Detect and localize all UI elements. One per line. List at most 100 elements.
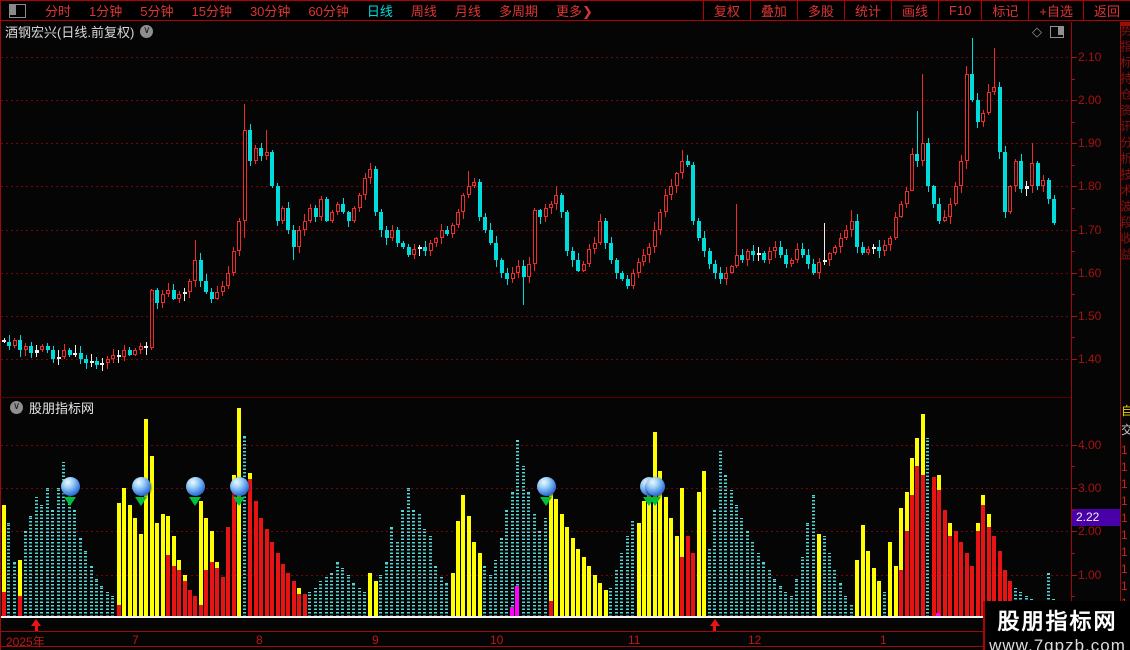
indicator-bar-yellow <box>817 533 822 616</box>
indicator-bar-red-part <box>981 505 986 616</box>
indicator-bar-yellow <box>472 542 477 616</box>
indicator-bar-yellow <box>198 501 203 616</box>
indicator-bar-cyan <box>751 542 755 617</box>
candle-body <box>23 346 28 351</box>
indicator-bar-cyan <box>390 527 394 617</box>
candle-body <box>899 203 904 217</box>
indicator-bar-red-part <box>204 570 209 616</box>
candle-body <box>855 220 860 247</box>
strip-tab[interactable]: 1 <box>1121 460 1128 474</box>
chevron-down-icon[interactable]: ∨ <box>10 401 23 414</box>
indicator-bar-yellow <box>855 559 860 616</box>
strip-tab[interactable]: 1 <box>1121 562 1128 576</box>
candle-body <box>795 248 800 260</box>
indicator-bar-cyan <box>543 518 547 617</box>
candle-body <box>270 151 275 187</box>
candle-body <box>67 350 72 355</box>
indicator-bar-red <box>193 596 198 616</box>
indicator-bar-cyan <box>740 518 744 617</box>
strip-tab[interactable]: 交 <box>1121 421 1130 438</box>
candle-body <box>423 246 428 252</box>
strip-tab[interactable]: 1 <box>1121 579 1128 593</box>
candle-body <box>116 354 121 357</box>
candle-body <box>1052 199 1057 224</box>
indicator-gridline <box>1 444 1070 446</box>
indicator-bar-cyan <box>724 475 728 617</box>
axis-tick <box>1072 100 1077 102</box>
candle-body <box>1041 179 1046 187</box>
strip-tab[interactable]: 1 <box>1121 477 1128 491</box>
strip-tab[interactable]: 自 <box>1121 402 1130 419</box>
candle-body <box>182 292 187 295</box>
date-axis[interactable]: 2025年 7 8 9 10 11 12 1 <box>0 631 1130 650</box>
candle-body <box>439 229 444 239</box>
indicator-bar-cyan <box>341 568 345 617</box>
indicator-bar-red-part <box>248 479 253 616</box>
price-axis-label: 1.80 <box>1078 179 1102 194</box>
candle-body <box>84 359 89 364</box>
candle-body <box>264 151 269 157</box>
candle-body <box>817 261 822 273</box>
indicator-axis-label: 2.00 <box>1078 524 1102 539</box>
strip-tab[interactable]: 1 <box>1121 511 1128 525</box>
date-label-12[interactable]: 12 <box>748 633 761 647</box>
candle-body <box>838 238 843 247</box>
candle-body <box>242 130 247 221</box>
date-label-1[interactable]: 1 <box>880 633 887 647</box>
indicator-bar-yellow <box>603 589 608 616</box>
candle-wick <box>184 288 185 301</box>
candle-body <box>581 264 586 271</box>
candle-body <box>406 246 411 256</box>
indicator-bar-cyan <box>827 553 831 617</box>
candle-body <box>379 212 384 230</box>
candle-body <box>352 208 357 221</box>
axis-minor-tick <box>1072 208 1075 209</box>
candle-body <box>745 251 750 260</box>
indicator-bar-red <box>953 531 958 616</box>
indicator-bar-yellow <box>138 533 143 616</box>
strip-tab[interactable]: 1 <box>1121 443 1128 457</box>
indicator-bar-yellow <box>598 583 603 616</box>
indicator-bar-red-part <box>948 535 953 616</box>
price-axis-label: 1.60 <box>1078 265 1102 280</box>
strip-tab[interactable]: 1 <box>1121 528 1128 542</box>
indicator-bar-cyan <box>324 576 328 617</box>
chart-plot-area[interactable] <box>0 0 1130 650</box>
date-label-10[interactable]: 10 <box>490 633 503 647</box>
strip-tab[interactable]: 1 <box>1121 494 1128 508</box>
date-label-7[interactable]: 7 <box>132 633 139 647</box>
indicator-bar-red <box>275 553 280 616</box>
indicator-bar-cyan <box>811 494 815 617</box>
date-label-8[interactable]: 8 <box>256 633 263 647</box>
strip-tab[interactable]: 1 <box>1121 545 1128 559</box>
candle-body <box>275 186 280 221</box>
indicator-bar-red <box>270 542 275 616</box>
indicator-bar-red-part <box>915 466 920 616</box>
strip-vertical-text: 势指标持仓资讯分析技术波段收益 <box>1121 24 1130 264</box>
date-label-11[interactable]: 11 <box>628 633 640 647</box>
indicator-bar-yellow <box>122 488 127 616</box>
indicator-bar-yellow <box>237 407 242 616</box>
date-label-9[interactable]: 9 <box>372 633 379 647</box>
indicator-bar-red <box>942 509 947 616</box>
indicator-bar-red-part <box>209 561 214 616</box>
indicator-bar-cyan <box>614 570 618 617</box>
indicator-axis-label: 4.00 <box>1078 437 1102 452</box>
indicator-bar-cyan <box>423 529 427 617</box>
indicator-bar-cyan <box>73 509 77 617</box>
candle-body <box>149 289 154 349</box>
candle-body <box>554 195 559 204</box>
indicator-bar-cyan <box>56 488 60 617</box>
candle-body <box>680 160 685 174</box>
candle-body <box>702 238 707 252</box>
indicator-bar-cyan <box>833 570 837 617</box>
candle-body <box>187 281 192 293</box>
indicator-bar-yellow <box>866 550 871 616</box>
candle-body <box>105 359 110 364</box>
candle-body <box>89 361 94 364</box>
indicator-bar-yellow <box>663 496 668 616</box>
candle-body <box>428 242 433 252</box>
indicator-bar-cyan <box>789 596 793 617</box>
indicator-bar-cyan <box>806 522 810 617</box>
candle-body <box>111 354 116 359</box>
